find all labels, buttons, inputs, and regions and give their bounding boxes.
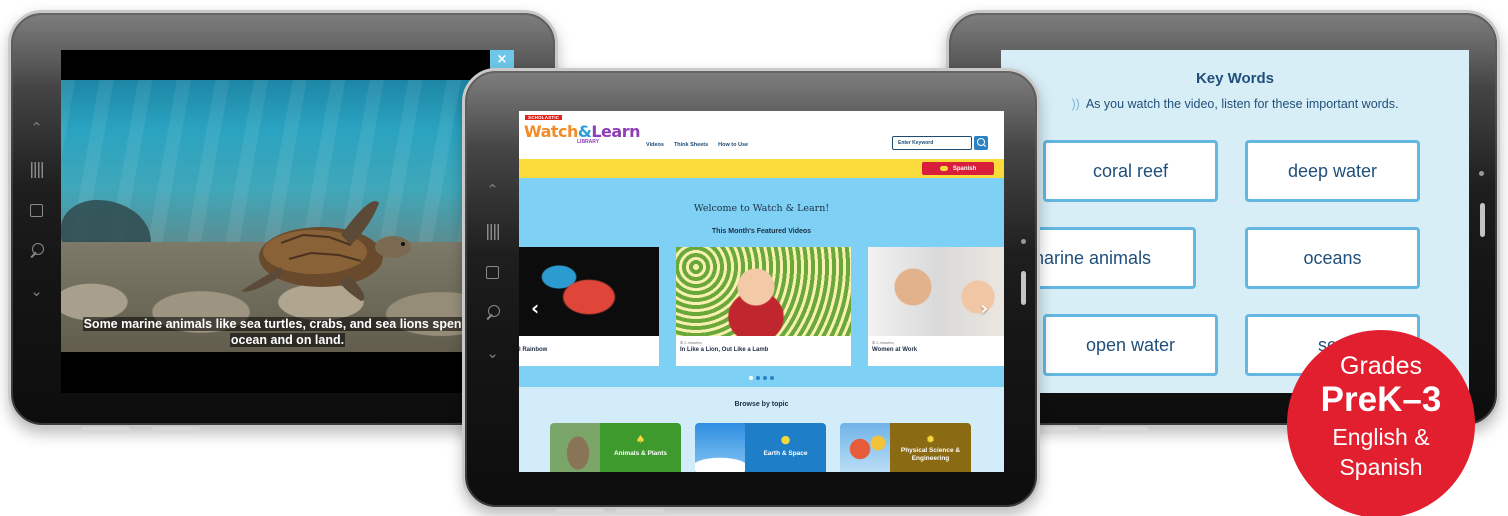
logo-library: LIBRARY (577, 139, 600, 145)
carousel-dot[interactable] (763, 376, 767, 380)
chevron-up-icon[interactable]: ⌃ (486, 183, 499, 198)
video-player[interactable]: Some marine animals like sea turtles, cr… (61, 80, 514, 352)
women-at-work-thumbnail (868, 247, 1004, 336)
carousel-dot[interactable] (756, 376, 760, 380)
nav-how-to-use[interactable]: How to Use (718, 142, 748, 148)
side-slot (1021, 271, 1026, 305)
video-card[interactable]: ⏲ 2 minutes In Like a Lion, Out Like a L… (676, 247, 851, 366)
video-card-title: Women at Work (872, 347, 918, 353)
video-card-title: In Like a Lion, Out Like a Lamb (680, 347, 769, 353)
carousel-dots (749, 376, 774, 380)
home-icon[interactable] (486, 266, 499, 279)
topic-label: Earth & Space (745, 423, 826, 472)
key-word-card[interactable]: coral reef (1043, 140, 1218, 202)
carousel-next-button[interactable]: › (980, 296, 988, 320)
badge-line-spanish: Spanish (1339, 454, 1423, 480)
search-input[interactable]: Enter Keyword (892, 136, 972, 150)
owl-photo (550, 423, 600, 472)
topic-animals-plants[interactable]: Animals & Plants ♠ (550, 423, 681, 472)
sky-photo (695, 423, 745, 472)
scholastic-logo[interactable]: SCHOLASTIC (525, 115, 563, 120)
badge-line-grades: Grades (1340, 352, 1422, 380)
planet-icon: ● (780, 433, 791, 446)
key-word-card[interactable]: open water (1043, 314, 1218, 376)
search-button[interactable] (974, 136, 988, 150)
recent-apps-icon[interactable] (486, 224, 499, 240)
side-slot (1480, 203, 1485, 237)
badge-line-english: English & (1332, 424, 1430, 450)
caption-line-2: ocean and on land. (229, 333, 346, 347)
video-captions: Some marine animals like sea turtles, cr… (61, 316, 514, 348)
nav-videos[interactable]: Videos (646, 142, 664, 148)
video-card-meta: ⏲ 2 minutes (872, 340, 894, 345)
tablet-nav-keys: ⌃ ⌄ (485, 183, 500, 361)
camera-dot (1479, 171, 1484, 176)
recent-apps-icon[interactable] (30, 162, 43, 178)
chevron-down-icon[interactable]: ⌄ (486, 346, 499, 361)
instruction-text: As you watch the video, listen for these… (1085, 97, 1399, 111)
close-video-button[interactable]: × (490, 50, 514, 70)
grades-badge: Grades PreK–3 English & Spanish (1287, 330, 1475, 516)
caption-line-1: Some marine animals like sea turtles, cr… (82, 317, 493, 331)
carousel-dot[interactable] (770, 376, 774, 380)
nav-think-sheets[interactable]: Think Sheets (674, 142, 708, 148)
topic-label: Animals & Plants (600, 423, 681, 472)
logo-watch: Watch (524, 122, 578, 141)
speech-bubble-icon (939, 166, 948, 171)
key-words-instruction: )) As you watch the video, listen for the… (1001, 97, 1469, 111)
video-card-meta: ⏲ 2 minutes (680, 340, 702, 345)
spanish-button[interactable]: Spanish (922, 162, 994, 175)
key-word-card[interactable]: deep water (1245, 140, 1420, 202)
video-card-title: l Rainbow (519, 347, 548, 353)
topic-physical-science[interactable]: Physical Science & Engineering ✹ (840, 423, 971, 472)
welcome-heading: Welcome to Watch & Learn! (693, 203, 830, 214)
search-icon[interactable] (485, 305, 500, 320)
gear-icon: ✹ (925, 433, 936, 446)
leaf-icon: ♠ (635, 433, 646, 446)
camera-dot (1021, 239, 1026, 244)
carousel-prev-button[interactable]: ‹ (531, 296, 539, 320)
girl-daffodils-thumbnail (676, 247, 851, 336)
sea-turtle-image (241, 201, 411, 301)
search-icon[interactable] (29, 243, 44, 258)
featured-heading: This Month's Featured Videos (711, 228, 812, 235)
tablet-nav-keys: ⌃ ⌄ (29, 121, 44, 299)
carousel-dot[interactable] (749, 376, 753, 380)
language-bar: Spanish (519, 159, 1004, 178)
website-screen: SCHOLASTIC Watch&Learn LIBRARY Videos Th… (519, 111, 1004, 472)
speaker-icon[interactable]: )) (1072, 97, 1080, 111)
topic-label: Physical Science & Engineering (890, 423, 971, 472)
main-nav: Videos Think Sheets How to Use (646, 142, 748, 148)
site-header: SCHOLASTIC Watch&Learn LIBRARY Videos Th… (519, 111, 1004, 159)
balloons-photo (840, 423, 890, 472)
browse-heading: Browse by topic (734, 401, 789, 408)
home-icon[interactable] (30, 204, 43, 217)
key-word-card[interactable]: oceans (1245, 227, 1420, 289)
spanish-label: Spanish (952, 165, 977, 172)
key-words-title: Key Words (1195, 70, 1275, 87)
chevron-up-icon[interactable]: ⌃ (30, 121, 43, 136)
chameleon-thumbnail (519, 247, 659, 336)
video-screen: Some marine animals like sea turtles, cr… (61, 50, 514, 393)
topic-earth-space[interactable]: Earth & Space ● (695, 423, 826, 472)
tablet-website: ⌃ ⌄ SCHOLASTIC Watch&Learn LIBRARY Video… (462, 68, 1040, 515)
video-card[interactable]: l Rainbow (519, 247, 659, 366)
badge-line-grade-range: PreK–3 (1320, 380, 1442, 419)
chevron-down-icon[interactable]: ⌄ (30, 284, 43, 299)
marketing-banner: ⌃ ⌄ Some marine animals like sea turtles… (0, 0, 1508, 516)
key-word-card[interactable]: narine animals (1021, 227, 1196, 289)
